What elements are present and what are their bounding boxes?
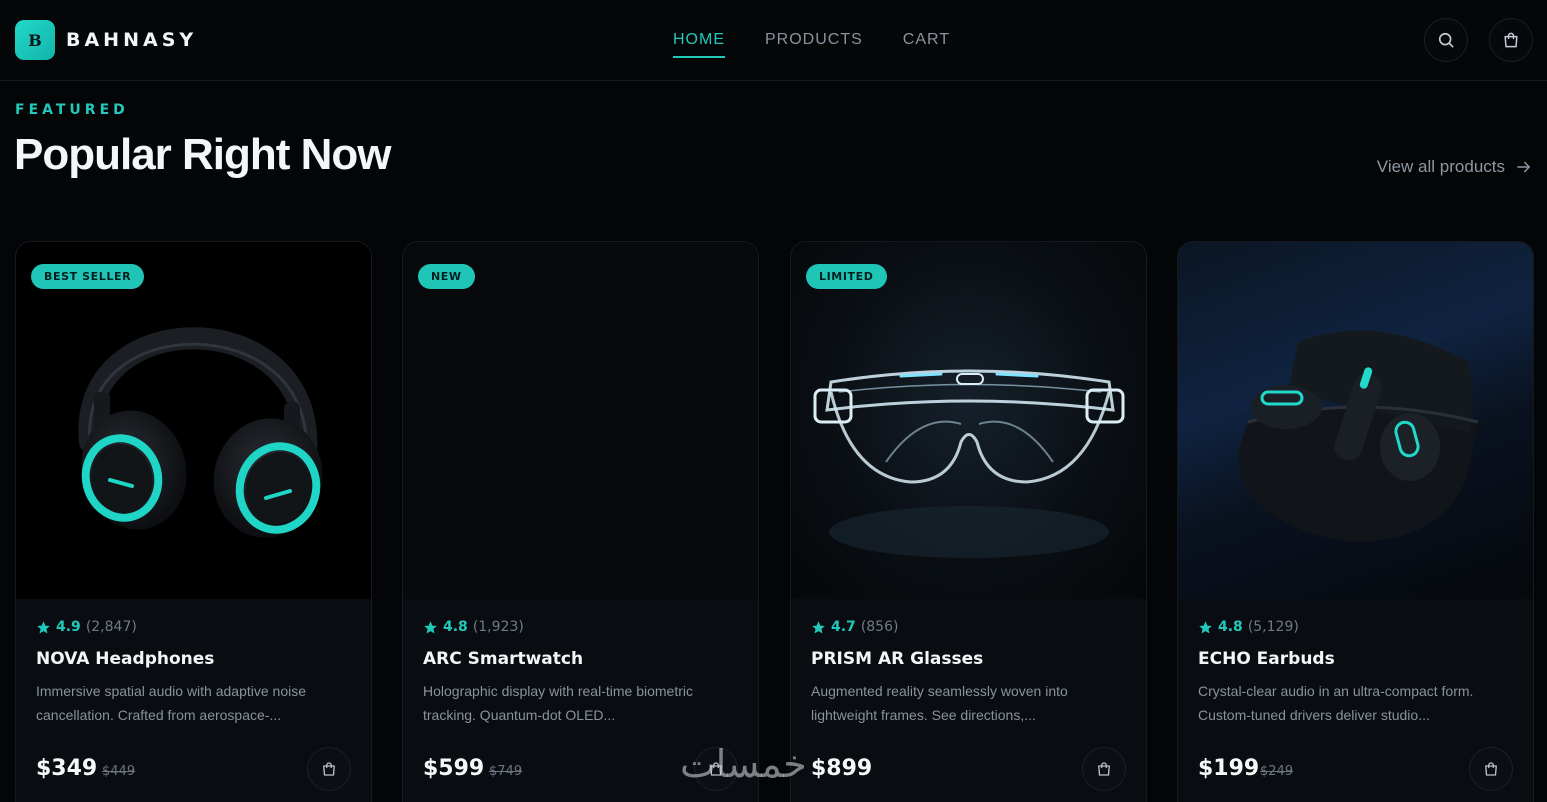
logo-mark: B: [15, 20, 55, 60]
add-to-cart-button[interactable]: [1469, 747, 1513, 791]
main-nav: HOME PRODUCTS CART: [673, 0, 950, 81]
product-old-price: $749: [489, 764, 523, 779]
headphones-image: [78, 327, 323, 538]
site-header: B BAHNASY HOME PRODUCTS CART: [0, 0, 1547, 81]
section-eyebrow: FEATURED: [15, 102, 129, 118]
product-rating: 4.7 (856): [811, 619, 898, 635]
rating-score: 4.8: [1218, 619, 1243, 635]
star-icon: [424, 620, 437, 633]
rating-count: (5,129): [1247, 619, 1299, 635]
product-old-price: $449: [102, 764, 136, 779]
product-info: 4.8 (5,129) ECHO Earbuds Crystal-clear a…: [1178, 599, 1533, 802]
brand-logo[interactable]: B BAHNASY: [15, 20, 197, 60]
star-icon: [1199, 620, 1212, 633]
product-name[interactable]: ECHO Earbuds: [1198, 649, 1335, 669]
add-to-cart-button[interactable]: [1082, 747, 1126, 791]
star-icon: [37, 620, 50, 633]
rating-count: (1,923): [472, 619, 524, 635]
product-price: $349: [36, 756, 98, 781]
nav-cart[interactable]: CART: [903, 23, 950, 59]
product-image[interactable]: BEST SELLER: [16, 242, 371, 599]
product-name[interactable]: ARC Smartwatch: [423, 649, 583, 669]
product-rating: 4.8 (5,129): [1198, 619, 1299, 635]
view-all-label: View all products: [1376, 157, 1505, 176]
product-price: $599: [423, 756, 485, 781]
nav-home[interactable]: HOME: [673, 23, 725, 59]
rating-score: 4.9: [56, 619, 81, 635]
header-cart-button[interactable]: [1489, 18, 1533, 62]
product-image[interactable]: [1178, 242, 1533, 599]
product-image[interactable]: LIMITED: [791, 242, 1146, 599]
section-title: Popular Right Now: [14, 130, 392, 179]
product-card[interactable]: BEST SELLER 4.9 (2,847) NOVA Headphones …: [15, 241, 372, 802]
rating-count: (856): [860, 619, 899, 635]
product-description: Crystal-clear audio in an ultra-compact …: [1198, 683, 1474, 723]
arrow-right-icon: [1517, 161, 1530, 173]
earbuds-image: [1238, 330, 1479, 542]
product-price: $899: [811, 756, 873, 781]
product-card[interactable]: 4.8 (5,129) ECHO Earbuds Crystal-clear a…: [1177, 241, 1534, 802]
product-badge: LIMITED: [806, 264, 887, 289]
shopping-bag-icon: [323, 762, 335, 776]
product-rating: 4.9 (2,847): [36, 619, 137, 635]
product-rating: 4.8 (1,923): [423, 619, 524, 635]
shopping-bag-icon: [710, 762, 722, 776]
view-all-link[interactable]: View all products: [1377, 157, 1533, 177]
product-image[interactable]: NEW: [403, 242, 758, 599]
add-to-cart-button[interactable]: [307, 747, 351, 791]
product-price: $199: [1198, 756, 1260, 781]
product-name[interactable]: NOVA Headphones: [36, 649, 214, 669]
brand-name: BAHNASY: [66, 29, 198, 51]
product-card[interactable]: NEW 4.8 (1,923) ARC Smartwatch Holograph…: [402, 241, 759, 802]
shopping-bag-icon: [1098, 762, 1110, 776]
star-icon: [812, 620, 825, 633]
product-description: Augmented reality seamlessly woven into …: [811, 683, 1068, 723]
product-info: 4.8 (1,923) ARC Smartwatch Holographic d…: [403, 599, 758, 802]
product-info: 4.9 (2,847) NOVA Headphones Immersive sp…: [16, 599, 371, 802]
product-badge: BEST SELLER: [31, 264, 145, 289]
product-name[interactable]: PRISM AR Glasses: [811, 649, 983, 669]
nav-products[interactable]: PRODUCTS: [765, 23, 863, 59]
product-card[interactable]: LIMITED 4.7 (856) PRISM AR Glasses Augme…: [790, 241, 1147, 802]
product-description: Holographic display with real-time biome…: [423, 683, 693, 723]
rating-score: 4.7: [831, 619, 856, 635]
shopping-bag-icon: [1504, 32, 1518, 48]
product-badge: NEW: [418, 264, 475, 289]
product-old-price: $249: [1260, 764, 1294, 779]
search-button[interactable]: [1424, 18, 1468, 62]
rating-score: 4.8: [443, 619, 468, 635]
add-to-cart-button[interactable]: [694, 747, 738, 791]
search-icon: [1438, 32, 1454, 48]
shopping-bag-icon: [1485, 762, 1497, 776]
product-info: 4.7 (856) PRISM AR Glasses Augmented rea…: [791, 599, 1146, 802]
rating-count: (2,847): [85, 619, 137, 635]
ar-glasses-image: [813, 369, 1125, 558]
product-description: Immersive spatial audio with adaptive no…: [36, 683, 307, 723]
